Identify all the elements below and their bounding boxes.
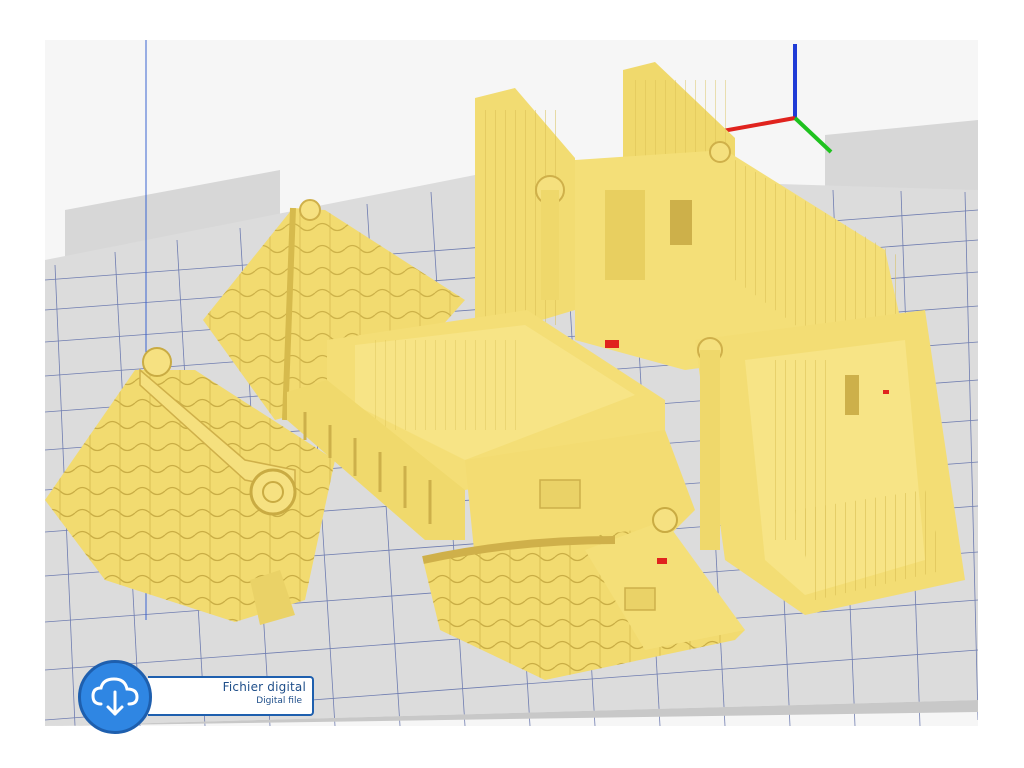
3d-scene[interactable] xyxy=(45,40,978,726)
digital-file-badge[interactable]: Fichier digital Digital file xyxy=(78,660,314,736)
slicer-viewport[interactable]: Fichier digital Digital file xyxy=(0,0,1024,768)
badge-subtitle: Digital file xyxy=(256,696,302,706)
badge-title: Fichier digital xyxy=(222,680,306,694)
digital-file-label: Fichier digital Digital file xyxy=(148,676,314,716)
cloud-download-icon xyxy=(78,660,152,734)
